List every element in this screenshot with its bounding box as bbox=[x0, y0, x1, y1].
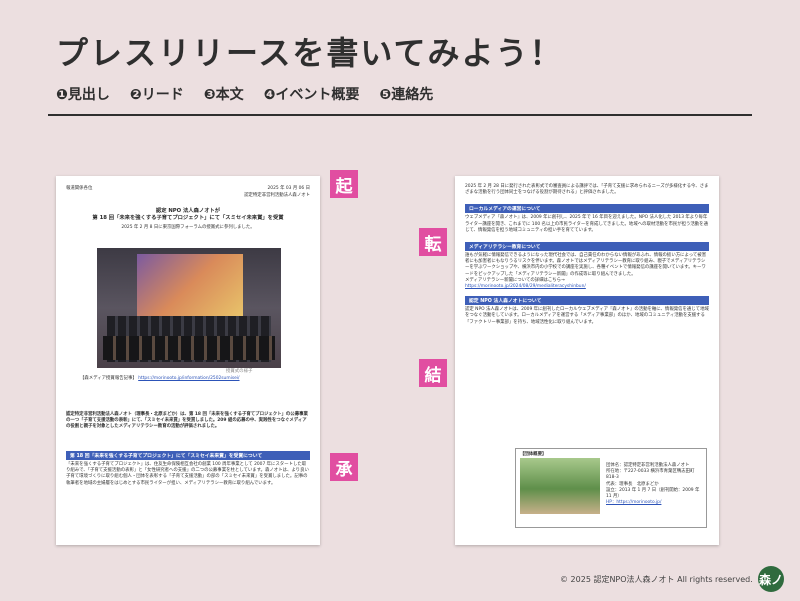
section-heading-local-media: ローカルメディアの運営について bbox=[465, 204, 709, 214]
local-media-paragraph: ウェブメディア『森ノオト』は、2009 年に創刊し、2025 年で 16 年目を… bbox=[465, 215, 708, 233]
award-link-row: 【森メディア授賞報告記事】 https://morinooto.jp/infor… bbox=[80, 376, 240, 382]
review-paragraph: 2025 年 2 月 28 日に発行された表彰式での審査員による講評では、「子育… bbox=[465, 184, 709, 196]
section-heading-award: 第 18 回「未来を強くする子育てプロジェクト」にて「スミセイ未来賞」を受賞につ… bbox=[66, 451, 310, 460]
media-literacy-paragraph: 誰もが気軽に情報発信できるようになった現代社会では、自己責任のわからない情報があ… bbox=[465, 253, 707, 277]
award-ceremony-photo bbox=[97, 248, 281, 368]
step-headline: ❶見出し bbox=[56, 87, 110, 103]
recipient: 報道関係各位 bbox=[66, 186, 93, 191]
tag-sho: 承 bbox=[330, 453, 358, 481]
info-established: 設立：2013 年 1 月 7 日（創刊開始：2009 年 11 月） bbox=[606, 487, 700, 500]
issuer-org: 認定特定非営利活動法人森ノオト bbox=[244, 193, 310, 198]
info-box-lines: 団体名：認定特定非営利活動法人森ノオト 所在地：〒227-0033 横浜市青葉区… bbox=[606, 463, 704, 506]
media-literacy-link[interactable]: https://morinooto.jp/2024/08/29/medialit… bbox=[465, 284, 709, 290]
tag-ketsu: 結 bbox=[419, 359, 447, 387]
headline-line-2: 第 18 回「未来を強くする子育てプロジェクト」にて「スミセイ未来賞」を受賞 bbox=[92, 215, 284, 221]
tag-ki: 起 bbox=[330, 170, 358, 198]
lead-paragraph: 認定特定非営利活動法人森ノオト（理事長・北原まどか）は、第 18 回「未来を強く… bbox=[66, 412, 308, 430]
press-release-page-2: 2025 年 2 月 28 日に発行された表彰式での審査員による講評では、「子育… bbox=[455, 176, 719, 545]
step-lead: ❷リード bbox=[129, 87, 184, 103]
section-heading-media-literacy: メディアリテラシー教育について bbox=[465, 242, 709, 252]
step-event-overview: ❹イベント概要 bbox=[263, 87, 360, 103]
org-photo bbox=[520, 458, 600, 514]
body-paragraph: 「未来を強くする子育てプロジェクト」は、住友生命保険相互会社の創業 100 周年… bbox=[66, 462, 309, 486]
release-date: 2025 年 03 月 06 日 bbox=[267, 186, 311, 191]
press-release-page-1: 報道関係各位 2025 年 03 月 06 日 認定特定非営利活動法人森ノオト … bbox=[56, 176, 320, 545]
info-address: 所在地：〒227-0033 横浜市青葉区鴨志田町 818-3 bbox=[606, 469, 695, 481]
title-divider bbox=[48, 114, 752, 116]
info-homepage[interactable]: HP：https://morinooto.jp/ bbox=[606, 500, 704, 506]
tag-ten: 転 bbox=[419, 228, 447, 256]
award-link-label: 【森メディア授賞報告記事】 bbox=[80, 376, 137, 381]
copyright: © 2025 認定NPO法人森ノオト All rights reserved. bbox=[560, 575, 753, 584]
org-logo: 森ノ bbox=[758, 566, 784, 592]
headline-line-1: 認定 NPO 法人森ノオトが bbox=[155, 208, 221, 214]
photo-caption: 授賞式の様子 bbox=[226, 369, 253, 374]
award-link[interactable]: https://morinooto.jp/information/2502sum… bbox=[138, 376, 239, 381]
step-body: ❸本文 bbox=[203, 87, 244, 103]
about-org-paragraph: 認定 NPO 法人森ノオトは、2009 年に創刊したローカルウェブメディア『森ノ… bbox=[465, 307, 709, 325]
page-title: プレスリリースを書いてみよう！ bbox=[56, 34, 564, 72]
subheadline: 2025 年 2 月 8 日に東京国際フォーラムの授賞式に参列しました。 bbox=[121, 225, 255, 230]
steps-list: ❶見出し ❷リード ❸本文 ❹イベント概要 ❺連絡先 bbox=[56, 84, 433, 104]
stage-screen bbox=[137, 254, 243, 316]
section-heading-about-org: 認定 NPO 法人森ノオトについて bbox=[465, 296, 709, 306]
step-contact: ❺連絡先 bbox=[379, 87, 434, 103]
front-row bbox=[103, 336, 275, 360]
